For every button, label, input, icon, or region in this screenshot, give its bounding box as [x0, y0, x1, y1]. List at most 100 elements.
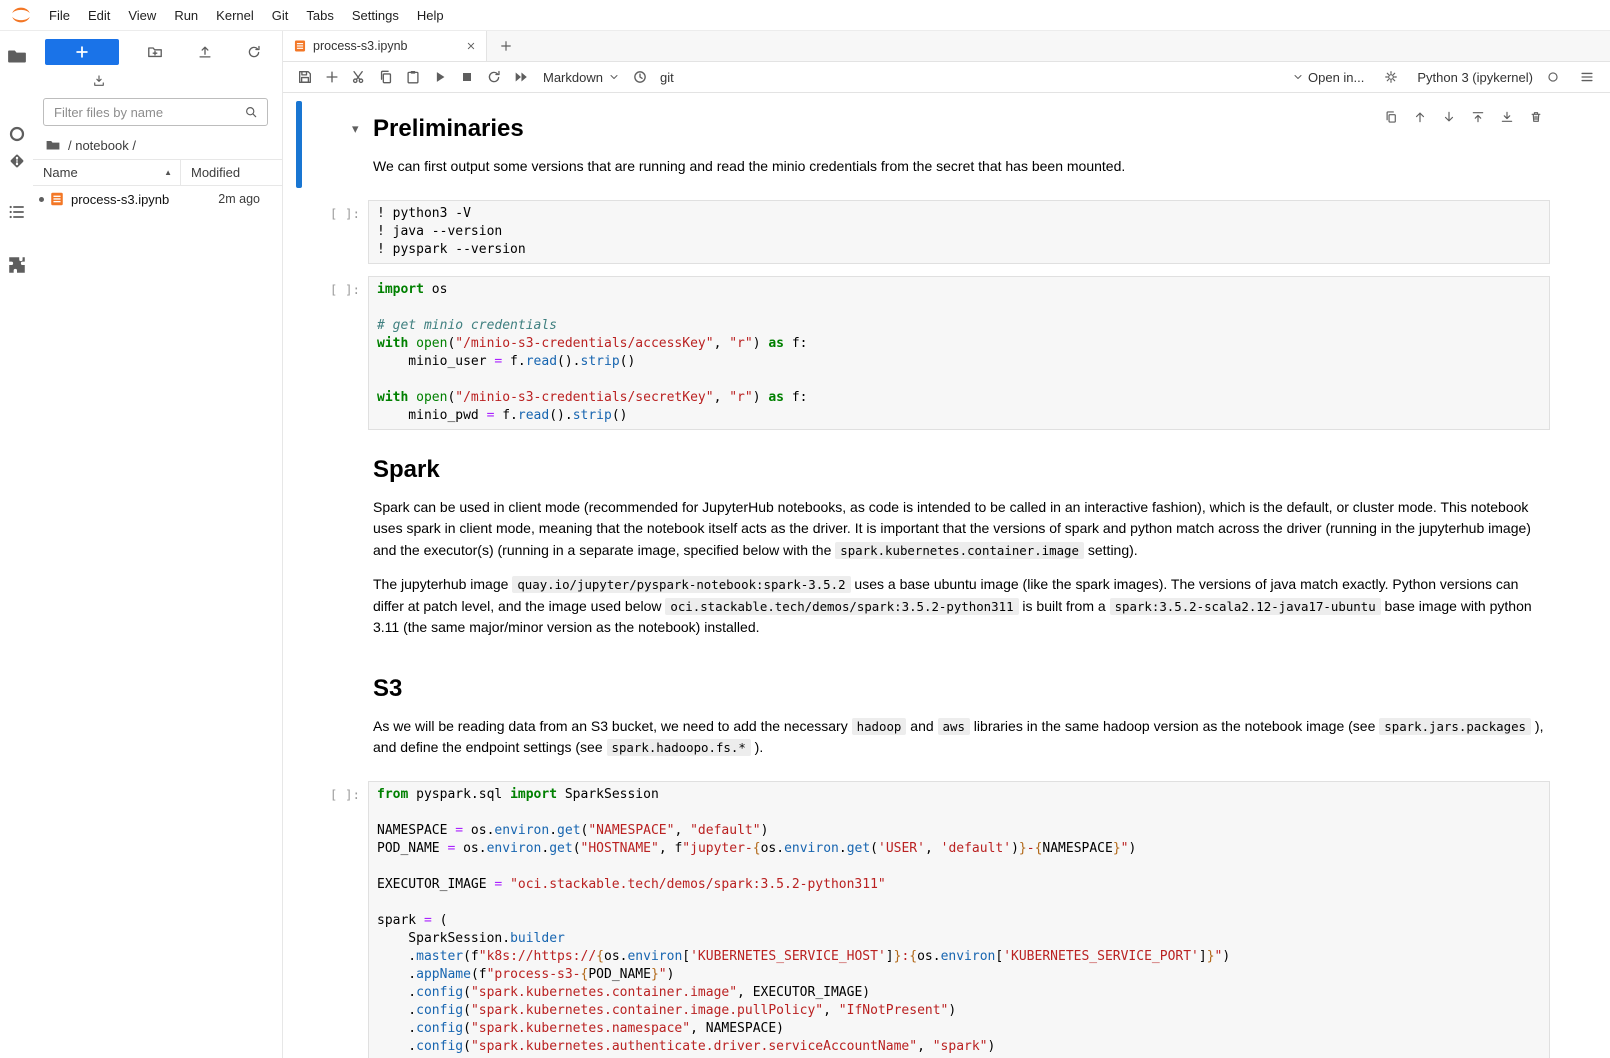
markdown-paragraph: Spark can be used in client mode (recomm…	[373, 497, 1545, 562]
sidebar-tab-git[interactable]	[3, 147, 30, 174]
restart-button[interactable]	[480, 64, 507, 90]
stop-icon	[459, 69, 475, 85]
git-icon	[7, 151, 27, 171]
notebook-icon	[49, 191, 65, 207]
move-down-icon	[1442, 110, 1456, 124]
markdown-body[interactable]: ▾Preliminaries We can first output some v…	[368, 115, 1550, 188]
menu-item-file[interactable]: File	[40, 4, 79, 27]
code-editor[interactable]: ! python3 -V! java --version! pyspark --…	[368, 200, 1550, 264]
menu-item-help[interactable]: Help	[408, 4, 453, 27]
refresh-icon	[246, 44, 262, 60]
column-header-modified[interactable]: Modified	[180, 160, 282, 185]
refresh-button[interactable]	[241, 39, 268, 65]
heading-collapser-icon[interactable]: ▾	[352, 121, 359, 137]
git-diff-button[interactable]: git	[654, 64, 680, 90]
sidebar-tab-toc[interactable]	[3, 198, 30, 225]
execution-count: [ ]:	[302, 276, 368, 430]
insert-below-icon	[1500, 110, 1514, 124]
paste-button[interactable]	[399, 64, 426, 90]
code-cell[interactable]: [ ]:from pyspark.sql import SparkSession…	[296, 781, 1550, 1058]
cut-button[interactable]	[345, 64, 372, 90]
code-cell[interactable]: [ ]:import os # get minio credentialswit…	[296, 276, 1550, 430]
run-icon	[432, 69, 448, 85]
menu-item-tabs[interactable]: Tabs	[297, 4, 342, 27]
file-item[interactable]: process-s3.ipynb 2m ago	[33, 186, 282, 212]
menu-item-settings[interactable]: Settings	[343, 4, 408, 27]
cell-type-dropdown[interactable]: Markdown	[543, 70, 620, 85]
markdown-heading: Spark	[373, 456, 1545, 484]
open-in-dropdown[interactable]: Open in...	[1292, 70, 1364, 85]
menu-item-view[interactable]: View	[119, 4, 165, 27]
menu-item-kernel[interactable]: Kernel	[207, 4, 263, 27]
file-browser-toolbar	[33, 31, 282, 65]
sidebar-tab-running[interactable]	[3, 120, 30, 147]
restart-run-all-button[interactable]	[507, 64, 534, 90]
copy-button[interactable]	[372, 64, 399, 90]
code-cell[interactable]: [ ]:! python3 -V! java --version! pyspar…	[296, 200, 1550, 264]
cell-type-label: Markdown	[543, 70, 603, 85]
new-folder-button[interactable]	[142, 39, 169, 65]
markdown-body[interactable]: S3As we will be reading data from an S3 …	[368, 675, 1550, 769]
markdown-cell[interactable]: ▾Preliminaries We can first output some v…	[296, 101, 1550, 188]
menu-item-run[interactable]: Run	[165, 4, 207, 27]
column-header-name[interactable]: Name ▲	[33, 165, 180, 180]
move-down-button[interactable]	[1437, 105, 1461, 129]
open-in-label: Open in...	[1308, 70, 1364, 85]
execution-count: [ ]:	[302, 200, 368, 264]
breadcrumb[interactable]: / notebook /	[33, 132, 282, 159]
menu-item-git[interactable]: Git	[263, 4, 298, 27]
clock-icon	[632, 69, 648, 85]
move-up-button[interactable]	[1408, 105, 1432, 129]
gear-button[interactable]	[1377, 64, 1404, 90]
chevron-down-icon	[608, 71, 620, 83]
search-icon	[244, 105, 258, 119]
folder-icon	[45, 137, 61, 153]
file-browser-toolbar-row2	[33, 65, 282, 90]
new-tab-button[interactable]	[492, 31, 520, 61]
close-tab-button[interactable]	[462, 37, 480, 55]
upload-button[interactable]	[191, 39, 218, 65]
markdown-cell[interactable]: S3As we will be reading data from an S3 …	[296, 661, 1550, 769]
duplicate-button[interactable]	[1379, 105, 1403, 129]
interrupt-button[interactable]	[453, 64, 480, 90]
markdown-body[interactable]: Spark Spark can be used in client mode (r…	[368, 456, 1550, 649]
checkpoint-diff-button[interactable]	[627, 64, 654, 90]
code-editor[interactable]: from pyspark.sql import SparkSession NAM…	[368, 781, 1550, 1058]
column-name-label: Name	[43, 165, 78, 180]
sidebar-tab-file-browser[interactable]	[3, 42, 30, 69]
sidebar-tab-extensions[interactable]	[3, 251, 30, 278]
inline-code: spark:3.5.2-scala2.12-java17-ubuntu	[1110, 598, 1381, 615]
insert-cell-button[interactable]	[318, 64, 345, 90]
code-editor[interactable]: import os # get minio credentialswith op…	[368, 276, 1550, 430]
execution-count	[302, 442, 368, 649]
inline-code: spark.hadoopo.fs.*	[607, 739, 751, 756]
restart-icon	[486, 69, 502, 85]
left-activity-bar	[0, 31, 33, 1058]
menu-item-edit[interactable]: Edit	[79, 4, 119, 27]
new-launcher-button[interactable]	[45, 39, 119, 65]
run-button[interactable]	[426, 64, 453, 90]
toolbar-menu-button[interactable]	[1573, 64, 1600, 90]
markdown-paragraph: We can first output some versions that a…	[373, 156, 1545, 178]
fast-forward-icon	[513, 69, 529, 85]
save-button[interactable]	[291, 64, 318, 90]
delete-button[interactable]	[1524, 105, 1548, 129]
folder-icon	[7, 46, 27, 66]
delete-icon	[1529, 110, 1543, 124]
inline-code: quay.io/jupyter/pyspark-notebook:spark-3…	[512, 576, 850, 593]
notebook-icon	[293, 39, 307, 53]
kernel-status-icon	[1546, 70, 1560, 84]
markdown-cell[interactable]: Spark Spark can be used in client mode (r…	[296, 442, 1550, 649]
extensions-icon	[7, 255, 27, 275]
insert-above-button[interactable]	[1466, 105, 1490, 129]
kernel-name-button[interactable]: Python 3 (ipykernel)	[1417, 70, 1533, 85]
execution-count: [ ]:	[302, 781, 368, 1058]
filter-files-input[interactable]	[43, 98, 268, 126]
tab-process-s3[interactable]: process-s3.ipynb	[283, 31, 487, 61]
jupyter-logo	[10, 4, 32, 26]
markdown-heading: ▾Preliminaries	[373, 115, 1545, 143]
copy-icon	[378, 69, 394, 85]
insert-below-button[interactable]	[1495, 105, 1519, 129]
menu-bar: File Edit View Run Kernel Git Tabs Setti…	[0, 0, 1610, 31]
inline-code: oci.stackable.tech/demos/spark:3.5.2-pyt…	[665, 598, 1018, 615]
